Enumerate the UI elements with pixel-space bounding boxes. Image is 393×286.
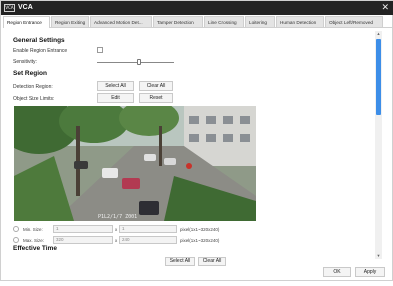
tab-line-crossing[interactable]: Line Crossing [204, 16, 244, 27]
min-times-sign: x [115, 227, 118, 232]
sensitivity-label: Sensitivity: [13, 59, 37, 65]
set-region-heading: Set Region [13, 70, 47, 77]
vertical-scrollbar[interactable]: ▲ ▼ [375, 31, 382, 259]
min-size-label: Min. Size: [23, 227, 43, 232]
dialog-title: VCA [18, 4, 33, 11]
tab-region-entrance[interactable]: Region Entrance [3, 16, 50, 28]
camera-preview[interactable]: P1L2/1/7 Z001 [14, 106, 256, 221]
tab-object-left-removed[interactable]: Object Left/Removed [325, 16, 383, 27]
camera-frame-image [14, 106, 256, 221]
tab-loitering[interactable]: Loitering [245, 16, 275, 27]
min-size-radio[interactable] [13, 226, 19, 232]
max-height-input[interactable]: 240 [119, 236, 177, 244]
enable-region-entrance-label: Enable Region Entrance [13, 48, 68, 54]
tab-region-exiting[interactable]: Region Exiting [51, 16, 89, 27]
tab-bar: Region Entrance Region Exiting Advanced … [3, 16, 392, 28]
min-size-hint: pixel(1x1~320x240) [180, 227, 220, 232]
tab-tamper-detection[interactable]: Tamper Detection [153, 16, 203, 27]
osd-overlay-text: P1L2/1/7 Z001 [98, 214, 138, 220]
effective-time-heading: Effective Time [13, 245, 57, 252]
max-size-label: Max. Size: [23, 238, 45, 243]
max-size-radio[interactable] [13, 237, 19, 243]
title-bar: VCA VCA ✕ [1, 1, 393, 15]
enable-region-entrance-checkbox[interactable] [97, 47, 103, 53]
object-size-limits-label: Object Size Limits: [13, 96, 55, 102]
vca-logo-icon: VCA [4, 4, 15, 12]
general-settings-heading: General Settings [13, 37, 65, 44]
max-width-input[interactable]: 320 [53, 236, 113, 244]
min-height-input[interactable]: 1 [119, 225, 177, 233]
max-size-hint: pixel(1x1~320x240) [180, 238, 220, 243]
settings-panel: General Settings Enable Region Entrance … [9, 31, 381, 259]
tab-human-detection[interactable]: Human Detection [276, 16, 324, 27]
size-reset-button[interactable]: Reset [139, 93, 173, 103]
tab-advanced-motion-detection[interactable]: Advanced Motion Det... [90, 16, 152, 27]
ok-button[interactable]: OK [323, 267, 351, 277]
region-select-all-button[interactable]: Select All [97, 81, 134, 91]
sensitivity-slider[interactable] [97, 59, 174, 65]
time-select-all-button[interactable]: Select All [165, 257, 195, 266]
sensitivity-slider-handle[interactable] [137, 59, 141, 65]
scroll-down-icon[interactable]: ▼ [375, 253, 382, 259]
size-edit-button[interactable]: Edit [97, 93, 134, 103]
scroll-up-icon[interactable]: ▲ [375, 31, 382, 37]
time-clear-all-button[interactable]: Clear All [198, 257, 226, 266]
detection-region-label: Detection Region: [13, 84, 53, 90]
vca-dialog: VCA VCA ✕ Region Entrance Region Exiting… [0, 0, 393, 281]
max-times-sign: x [115, 238, 118, 243]
scrollbar-thumb[interactable] [376, 39, 381, 115]
min-width-input[interactable]: 1 [53, 225, 113, 233]
close-icon[interactable]: ✕ [381, 2, 389, 13]
region-clear-all-button[interactable]: Clear All [139, 81, 173, 91]
apply-button[interactable]: Apply [355, 267, 385, 277]
